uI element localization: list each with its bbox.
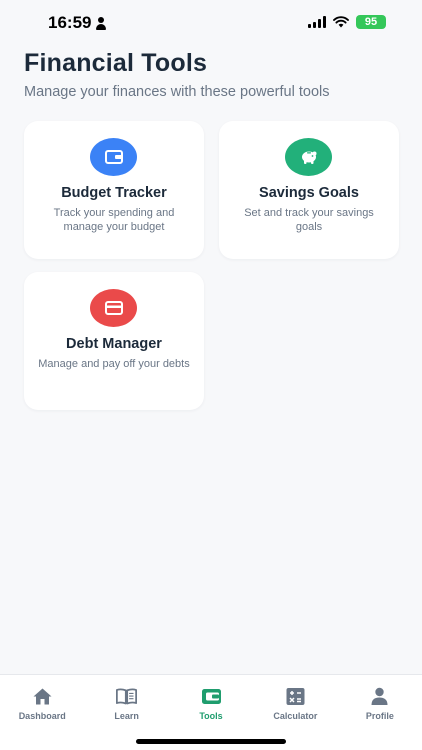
- battery-icon: 95: [356, 15, 386, 29]
- card-title: Debt Manager: [66, 336, 162, 352]
- page-subtitle: Manage your finances with these powerful…: [24, 84, 330, 100]
- financial-tools-screen: 16:59 95 Financial Tools Manage your fin…: [0, 0, 422, 750]
- person-status-icon: [95, 16, 107, 30]
- tab-label: Dashboard: [18, 711, 66, 721]
- card-title: Savings Goals: [259, 185, 359, 201]
- page-title: Financial Tools: [24, 49, 208, 77]
- credit-card-icon: [104, 301, 123, 315]
- home-indicator[interactable]: [136, 739, 286, 744]
- credit-card-icon-circle: [90, 289, 137, 327]
- person-icon: [371, 687, 388, 705]
- status-time-group: 16:59: [48, 13, 107, 33]
- savings-goals-card[interactable]: Savings Goals Set and track your savings…: [219, 121, 399, 259]
- battery-level: 95: [364, 16, 378, 28]
- tab-label: Profile: [365, 711, 394, 721]
- cellular-signal-icon: [308, 16, 326, 28]
- wallet-icon: [104, 150, 123, 164]
- piggy-bank-icon: [301, 151, 316, 164]
- card-title: Budget Tracker: [61, 185, 167, 201]
- status-indicators: 95: [308, 15, 386, 29]
- tab-dashboard[interactable]: Dashboard: [0, 675, 84, 750]
- status-bar: 16:59 95: [0, 0, 422, 46]
- tab-label: Tools: [199, 711, 223, 721]
- piggy-bank-icon-circle: [285, 138, 332, 176]
- status-time: 16:59: [48, 13, 92, 32]
- card-description: Set and track your savings goals: [244, 207, 374, 233]
- wallet-icon-circle: [90, 138, 137, 176]
- budget-tracker-card[interactable]: Budget Tracker Track your spending and m…: [24, 121, 204, 259]
- tab-label: Calculator: [273, 711, 318, 721]
- tab-profile[interactable]: Profile: [338, 675, 422, 750]
- book-icon: [116, 688, 138, 705]
- home-icon: [33, 688, 52, 705]
- debt-manager-card[interactable]: Debt Manager Manage and pay off your deb…: [24, 272, 204, 410]
- card-description: Track your spending and manage your budg…: [53, 207, 175, 233]
- calculator-icon: [286, 688, 305, 705]
- wallet-icon: [201, 689, 221, 704]
- card-description: Manage and pay off your debts: [38, 358, 190, 370]
- tab-label: Learn: [114, 711, 139, 721]
- wifi-icon: [333, 16, 349, 28]
